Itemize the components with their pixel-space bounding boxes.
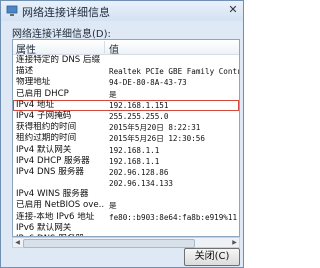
property-cell: IPv4 地址 [16,99,55,110]
value-cell: 192.168.1.1 [109,156,160,166]
close-button[interactable]: 关闭(C) [184,248,240,266]
value-cell: 192.168.1.1 [109,145,160,155]
column-divider[interactable] [104,41,105,53]
property-cell: IPv4 子网掩码 [16,110,72,121]
table-row[interactable]: IPv4 DHCP 服务器 192.168.1.1 [13,156,239,167]
value-cell: 是 [109,201,117,211]
table-row[interactable]: 描述 Realtek PCIe GBE Family Contro [13,66,239,77]
table-row[interactable]: IPv4 地址 192.168.1.151 [13,99,239,111]
table-row[interactable]: IPv4 子网掩码 255.255.255.0 [13,111,239,122]
value-cell: 202.96.128.86 [109,167,169,177]
title-bar[interactable]: 网络连接详细信息 ✕ [1,1,243,21]
value-cell: fe80::b903:8e64:fa8b:e919%11 [109,212,238,222]
property-cell: 已启用 NetBIOS ove... [16,200,104,211]
table-row[interactable]: 202.96.134.133 [13,178,239,189]
property-cell: IPv4 DNS 服务器 [16,166,85,177]
close-icon[interactable]: ✕ [225,3,241,17]
property-cell: IPv6 默认网关 [16,222,72,233]
table-row[interactable]: IPv4 DNS 服务器 202.96.128.86 [13,167,239,178]
value-cell: 202.96.134.133 [109,179,174,189]
list-header: 属性 值 [13,40,239,56]
network-details-window: 网络连接详细信息 ✕ 网络连接详细信息(D): 属性 值 连接特定的 DNS 后… [0,0,244,268]
network-icon [6,5,18,16]
table-row[interactable]: IPv4 默认网关 192.168.1.1 [13,145,239,156]
property-cell: 获得租约的时间 [16,122,77,133]
property-cell: 连接-本地 IPv6 地址 [16,211,95,222]
value-cell: 255.255.255.0 [109,111,169,121]
table-row[interactable]: 已启用 NetBIOS ove... 是 [13,200,239,211]
scroll-left-arrow-icon[interactable]: ◀ [13,238,22,247]
column-header-value[interactable]: 值 [109,41,119,56]
table-row[interactable]: 已启用 DHCP 是 [13,89,239,100]
table-row[interactable]: 连接-本地 IPv6 地址 fe80::b903:8e64:fa8b:e919%1… [13,212,239,223]
value-cell: 94-DE-80-8A-43-73 [109,78,187,88]
table-row[interactable]: 获得租约的时间 2015年5月20日 8:22:31 [13,122,239,133]
property-cell: IPv4 DHCP 服务器 [16,155,90,166]
details-label: 网络连接详细信息(D): [12,29,111,40]
property-cell: IPv4 默认网关 [16,144,72,155]
property-cell: IPv4 WINS 服务器 [16,189,89,200]
details-list[interactable]: 属性 值 连接特定的 DNS 后缀 描述 Realtek PCIe GBE Fami… [12,39,240,237]
scroll-right-arrow-icon[interactable]: ▶ [230,238,239,247]
property-cell: 已启用 DHCP [16,88,69,99]
value-cell: 2015年5月20日 8:22:31 [109,123,201,133]
table-row[interactable]: IPv4 WINS 服务器 [13,189,239,200]
window-title: 网络连接详细信息 [22,6,110,19]
table-row[interactable]: 连接特定的 DNS 后缀 [13,55,239,66]
property-cell: 描述 [16,66,34,77]
value-cell: 192.168.1.151 [109,100,169,110]
scrollbar-thumb[interactable] [23,239,195,248]
horizontal-scrollbar[interactable]: ◀ ▶ [12,237,240,248]
property-cell: 租约过期的时间 [16,133,77,144]
value-cell: 2015年5月26日 12:30:56 [109,134,205,144]
value-cell: Realtek PCIe GBE Family Contro [109,67,239,77]
value-cell: 是 [109,89,117,99]
table-row[interactable]: 租约过期的时间 2015年5月26日 12:30:56 [13,133,239,144]
table-row[interactable]: 物理地址 94-DE-80-8A-43-73 [13,77,239,88]
property-cell: 连接特定的 DNS 后缀 [16,55,101,65]
column-header-property[interactable]: 属性 [16,41,36,56]
table-row[interactable]: IPv6 默认网关 [13,223,239,234]
list-rows: 连接特定的 DNS 后缀 描述 Realtek PCIe GBE Family Co… [13,55,239,236]
property-cell: 物理地址 [16,77,51,88]
